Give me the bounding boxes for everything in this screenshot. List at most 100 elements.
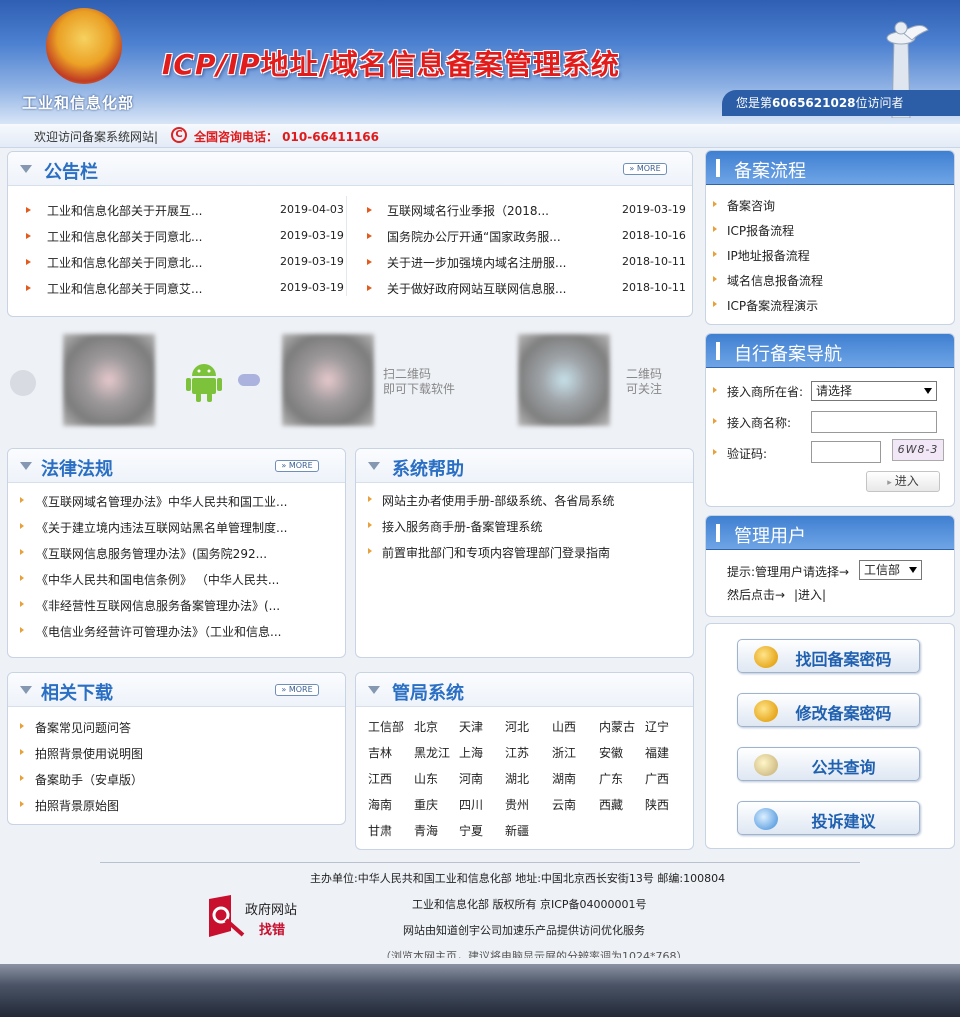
notice-link[interactable]: 国务院办公厅开通“国家政务服... <box>387 228 561 245</box>
change-password-button[interactable]: 修改备案密码 <box>737 693 920 727</box>
bureau-link[interactable]: 宁夏 <box>459 822 483 839</box>
law-link[interactable]: 《互联网域名管理办法》中华人民共和国工业... <box>36 493 287 510</box>
bureau-link[interactable]: 河北 <box>505 718 529 735</box>
process-link[interactable]: 域名信息报备流程 <box>727 272 823 289</box>
bureau-link[interactable]: 吉林 <box>368 744 392 761</box>
bureau-link[interactable]: 江苏 <box>505 744 529 761</box>
bureau-link[interactable]: 云南 <box>552 796 576 813</box>
notice-link[interactable]: 工业和信息化部关于同意北... <box>47 254 202 271</box>
bureau-link[interactable]: 安徽 <box>599 744 623 761</box>
bureau-link[interactable]: 海南 <box>368 796 392 813</box>
bureau-link[interactable]: 辽宁 <box>645 718 669 735</box>
bureau-link[interactable]: 青海 <box>414 822 438 839</box>
bullet-icon <box>20 801 24 807</box>
bureau-link[interactable]: 上海 <box>459 744 483 761</box>
collapse-triangle-icon <box>368 686 380 694</box>
bureau-link[interactable]: 湖南 <box>552 770 576 787</box>
help-panel: 系统帮助 网站主办者使用手册-部级系统、各省局系统 接入服务商手册-备案管理系统… <box>355 448 694 658</box>
qr-hint-download: 扫二维码 即可下载软件 <box>383 367 456 396</box>
bullet-icon <box>713 301 717 307</box>
help-header: 系统帮助 <box>356 449 693 483</box>
admin-hint: 提示:管理用户请选择→ <box>727 565 850 579</box>
law-link[interactable]: 《关于建立境内违法互联网站黑名单管理制度... <box>36 519 287 536</box>
process-link[interactable]: ICP备案流程演示 <box>727 297 818 314</box>
complaint-button[interactable]: 投诉建议 <box>737 801 920 835</box>
bureau-link[interactable]: 陕西 <box>645 796 669 813</box>
notice-panel: 公告栏 » MORE 工业和信息化部关于开展互... 2019-04-03 工业… <box>7 151 693 317</box>
recover-password-button[interactable]: 找回备案密码 <box>737 639 920 673</box>
bureau-link[interactable]: 浙江 <box>552 744 576 761</box>
bureau-link[interactable]: 山东 <box>414 770 438 787</box>
admin-then-text: 然后点击→ <box>727 588 786 602</box>
bureau-link[interactable]: 江西 <box>368 770 392 787</box>
province-select[interactable]: 请选择 <box>811 381 937 401</box>
notice-link[interactable]: 互联网域名行业季报（2018... <box>387 202 549 219</box>
notice-more-button[interactable]: » MORE <box>623 163 667 175</box>
bureau-link[interactable]: 河南 <box>459 770 483 787</box>
notice-date: 2019-03-19 <box>280 255 344 268</box>
bureau-link[interactable]: 重庆 <box>414 796 438 813</box>
download-link[interactable]: 拍照背景使用说明图 <box>35 745 143 762</box>
bullet-icon <box>367 233 372 239</box>
download-more-button[interactable]: » MORE <box>275 684 319 696</box>
provider-name-input[interactable] <box>811 411 937 433</box>
page-title: ICP/IP地址/域名信息备案管理系统 <box>162 48 620 81</box>
law-link[interactable]: 《非经营性互联网信息服务备案管理办法》(... <box>36 597 280 614</box>
gov-site-error-report[interactable]: 政府网站 找错 <box>207 893 307 939</box>
download-link[interactable]: 备案常见问题问答 <box>35 719 131 736</box>
process-link[interactable]: 备案咨询 <box>727 197 775 214</box>
process-panel: 备案流程 备案咨询 ICP报备流程 IP地址报备流程 域名信息报备流程 ICP备… <box>705 150 955 325</box>
law-link[interactable]: 《中华人民共和国电信条例》 （中华人民共... <box>36 571 279 588</box>
bureau-link[interactable]: 山西 <box>552 718 576 735</box>
notice-link[interactable]: 关于进一步加强境内域名注册服... <box>387 254 566 271</box>
admin-enter-link[interactable]: |进入| <box>794 586 826 603</box>
bureau-link[interactable]: 贵州 <box>505 796 529 813</box>
public-query-button[interactable]: 公共查询 <box>737 747 920 781</box>
nav-enter-button[interactable]: ▸ 进入 <box>866 471 940 492</box>
law-link[interactable]: 《电信业务经营许可管理办法》（工业和信息... <box>36 623 281 640</box>
notice-link[interactable]: 工业和信息化部关于开展互... <box>47 202 202 219</box>
notice-link[interactable]: 关于做好政府网站互联网信息服... <box>387 280 566 297</box>
bureau-link[interactable]: 福建 <box>645 744 669 761</box>
process-link[interactable]: IP地址报备流程 <box>727 247 810 264</box>
bullet-icon <box>20 749 24 755</box>
bureau-link[interactable]: 广西 <box>645 770 669 787</box>
header-bar-icon <box>716 524 720 542</box>
chevron-down-icon <box>924 388 932 394</box>
bureau-link[interactable]: 西藏 <box>599 796 623 813</box>
help-link[interactable]: 网站主办者使用手册-部级系统、各省局系统 <box>382 492 614 509</box>
bureau-link[interactable]: 天津 <box>459 718 483 735</box>
bureau-link[interactable]: 甘肃 <box>368 822 392 839</box>
bureau-link[interactable]: 工信部 <box>368 718 404 735</box>
notice-link[interactable]: 工业和信息化部关于同意艾... <box>47 280 202 297</box>
bullet-icon <box>713 201 717 207</box>
help-link[interactable]: 接入服务商手册-备案管理系统 <box>382 518 542 535</box>
notice-divider <box>346 196 347 296</box>
captcha-label: 验证码: <box>727 447 768 461</box>
collapse-triangle-icon <box>368 462 380 470</box>
bureau-link[interactable]: 新疆 <box>505 822 529 839</box>
help-link[interactable]: 前置审批部门和专项内容管理部门登录指南 <box>382 544 610 561</box>
bureau-link[interactable]: 北京 <box>414 718 438 735</box>
download-link[interactable]: 拍照背景原始图 <box>35 797 119 814</box>
bureau-link[interactable]: 广东 <box>599 770 623 787</box>
captcha-input[interactable] <box>811 441 881 463</box>
law-link[interactable]: 《互联网信息服务管理办法》(国务院292... <box>36 545 267 562</box>
bureau-link[interactable]: 内蒙古 <box>599 718 635 735</box>
bureau-link[interactable]: 湖北 <box>505 770 529 787</box>
bullet-icon <box>20 723 24 729</box>
bullet-icon <box>20 627 24 633</box>
law-more-button[interactable]: » MORE <box>275 460 319 472</box>
download-link[interactable]: 备案助手（安卓版） <box>35 771 143 788</box>
bullet-icon <box>20 601 24 607</box>
download-title: 相关下载 <box>41 683 113 704</box>
bureau-link[interactable]: 四川 <box>459 796 483 813</box>
captcha-image[interactable]: 6W8-3 <box>892 439 944 461</box>
bureau-link[interactable]: 黑龙江 <box>414 744 450 761</box>
process-link[interactable]: ICP报备流程 <box>727 222 794 239</box>
admin-department-select[interactable]: 工信部 <box>859 560 922 580</box>
notice-date: 2018-10-11 <box>622 255 686 268</box>
scroll-left-button[interactable] <box>10 370 36 396</box>
province-label: 接入商所在省: <box>727 385 804 399</box>
notice-link[interactable]: 工业和信息化部关于同意北... <box>47 228 202 245</box>
